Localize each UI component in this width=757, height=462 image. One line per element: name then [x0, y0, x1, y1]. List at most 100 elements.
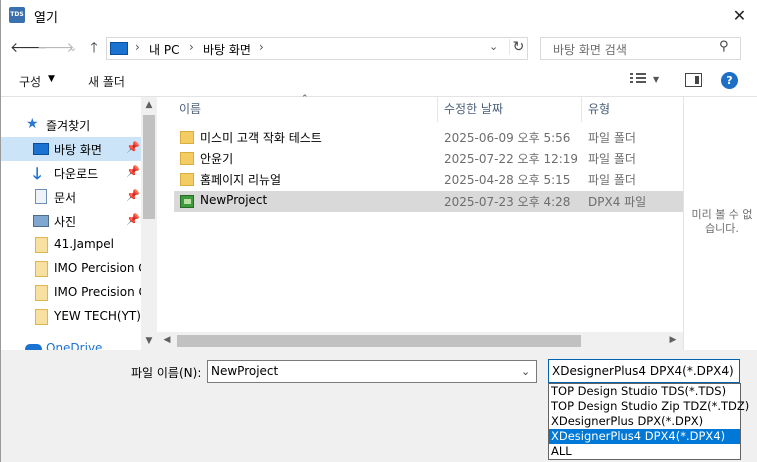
sidebar-item-label: 즐겨찾기	[46, 119, 91, 133]
file-list: ⌃ 이름 수정한 날짜 유형 미스미 고객 작화 테스트 2025-06-09 …	[157, 94, 683, 350]
file-date: 2025-06-09 오후 5:56	[444, 131, 571, 145]
preview-message: 미리 볼 수 없습니다.	[691, 208, 753, 235]
sidebar-item-quick-access[interactable]: ★ 즐겨찾기	[0, 113, 141, 137]
sidebar-item-pictures[interactable]: 사진 📌	[0, 209, 141, 233]
app-icon: TDS	[9, 7, 25, 23]
scroll-left-icon[interactable]: ◀	[159, 335, 175, 345]
filetype-option[interactable]: XDesignerPlus DPX(*.DPX)	[549, 414, 740, 429]
organize-button[interactable]: 구성	[19, 73, 41, 90]
table-row[interactable]: NewProject 2025-07-23 오후 4:28 DPX4 파일	[174, 191, 683, 212]
file-date: 2025-07-22 오후 12:19	[444, 152, 579, 166]
sidebar-item-label: 사진	[54, 215, 77, 229]
breadcrumb-separator-icon: ›	[135, 40, 140, 54]
pin-icon[interactable]: 📌	[126, 165, 140, 178]
folder-icon	[35, 237, 48, 253]
search-icon[interactable]: ⚲	[719, 39, 729, 54]
new-folder-button[interactable]: 새 폴더	[88, 73, 125, 90]
preview-pane-icon[interactable]	[685, 73, 702, 87]
scroll-up-icon[interactable]: ▲	[141, 100, 157, 110]
filetype-dropdown-list: TOP Design Studio TDS(*.TDS) TOP Design …	[548, 383, 749, 460]
table-row[interactable]: 안윤기 2025-07-22 오후 12:19 파일 폴더	[174, 148, 683, 169]
sidebar-item-label: IMO Precision C	[54, 285, 147, 299]
file-type: DPX4 파일	[588, 195, 647, 209]
search-box[interactable]: 바탕 화면 검색 ⚲	[540, 37, 741, 60]
breadcrumb-separator-icon: ›	[189, 40, 194, 54]
filetype-option[interactable]: ALL	[549, 444, 740, 459]
forward-arrow-icon[interactable]: 🡒	[37, 37, 75, 59]
pin-icon[interactable]: 📌	[126, 213, 140, 226]
file-list-horizontal-scrollbar[interactable]: ◀ ▶	[157, 332, 683, 350]
table-row[interactable]: 홈페이지 리뉴얼 2025-04-28 오후 5:15 파일 폴더	[174, 169, 683, 190]
pin-icon[interactable]: 📌	[126, 189, 140, 202]
filetype-selected-value: XDesignerPlus4 DPX4(*.DPX4)	[552, 364, 734, 378]
file-name: 안윤기	[200, 152, 234, 166]
column-header-type[interactable]: 유형	[588, 97, 610, 122]
file-date: 2025-04-28 오후 5:15	[444, 173, 571, 187]
address-dropdown-icon[interactable]: ⌄	[489, 40, 498, 53]
navigation-pane: ★ 즐겨찾기 바탕 화면 📌 🡓 다운로드 📌 문서 📌 사진 📌 41.Jam…	[0, 97, 157, 350]
navigation-bar: 🡐 🡒 ⌄ 🡑 › 내 PC › 바탕 화면 › ⌄ ↻ 바탕 화면 검색 ⚲	[0, 33, 757, 63]
sidebar-item-label: 바탕 화면	[54, 143, 102, 157]
filetype-option[interactable]: TOP Design Studio TDS(*.TDS)	[549, 384, 740, 399]
sidebar-item-label: OneDrive	[46, 341, 103, 350]
pin-icon[interactable]: 📌	[126, 141, 140, 154]
column-header-date[interactable]: 수정한 날짜	[444, 97, 503, 122]
command-toolbar: 구성 ▼ 새 폴더 ▼ ?	[0, 65, 757, 97]
filename-value: NewProject	[211, 364, 279, 378]
breadcrumb-this-pc[interactable]: 내 PC	[149, 41, 179, 58]
view-options-icon[interactable]	[630, 73, 648, 87]
pictures-icon	[33, 215, 49, 227]
breadcrumb-desktop[interactable]: 바탕 화면	[203, 41, 251, 58]
scrollbar-thumb[interactable]	[143, 115, 155, 219]
table-row[interactable]: 미스미 고객 작화 테스트 2025-06-09 오후 5:56 파일 폴더	[174, 127, 683, 148]
sidebar-item-label: 다운로드	[54, 167, 99, 181]
sidebar-item-folder[interactable]: IMO Precision C	[0, 281, 147, 305]
refresh-icon[interactable]: ↻	[509, 39, 527, 55]
filename-input[interactable]: NewProject ⌄	[207, 360, 537, 383]
preview-pane: 미리 볼 수 없습니다.	[683, 97, 757, 350]
close-button[interactable]: ✕	[722, 0, 757, 31]
scrollbar-thumb[interactable]	[177, 335, 581, 347]
title-bar: TDS 열기 ✕	[0, 0, 757, 31]
scroll-right-icon[interactable]: ▶	[665, 335, 681, 345]
sidebar-item-label: IMO Percision C	[54, 261, 147, 275]
recent-locations-chevron-icon[interactable]: ⌄	[62, 37, 84, 59]
file-name: 홈페이지 리뉴얼	[200, 173, 282, 187]
up-arrow-icon[interactable]: 🡑	[83, 37, 105, 59]
chevron-down-icon[interactable]: ⌄	[722, 360, 731, 382]
folder-icon	[180, 131, 194, 144]
sidebar-item-folder[interactable]: IMO Percision C	[0, 257, 147, 281]
window-title: 열기	[34, 11, 58, 26]
dpx-file-icon	[180, 195, 194, 208]
sidebar-item-label: 41.Jampel	[54, 237, 114, 251]
address-bar[interactable]: › 내 PC › 바탕 화면 › ⌄ ↻	[106, 37, 528, 60]
back-arrow-icon[interactable]: 🡐	[10, 37, 48, 59]
filetype-select[interactable]: XDesignerPlus4 DPX4(*.DPX4) ⌄	[548, 359, 740, 383]
column-header-name[interactable]: 이름	[179, 97, 201, 122]
file-date: 2025-07-23 오후 4:28	[444, 195, 571, 209]
sidebar-item-documents[interactable]: 문서 📌	[0, 185, 141, 209]
filetype-option-highlighted[interactable]: XDesignerPlus4 DPX4(*.DPX4)	[549, 429, 740, 444]
pc-icon	[110, 42, 128, 55]
sidebar-scrollbar[interactable]: ▲ ▼	[141, 97, 157, 350]
breadcrumb-separator-icon: ›	[259, 40, 264, 54]
sidebar-item-onedrive[interactable]: OneDrive	[0, 337, 141, 350]
file-name: NewProject	[200, 193, 268, 207]
sort-ascending-icon: ⌃	[301, 94, 309, 104]
folder-icon	[35, 285, 48, 301]
sidebar-item-desktop[interactable]: 바탕 화면 📌	[0, 137, 141, 161]
file-type: 파일 폴더	[588, 152, 636, 166]
help-icon[interactable]: ?	[721, 72, 738, 89]
filetype-option[interactable]: TOP Design Studio Zip TDZ(*.TDZ)	[549, 399, 749, 414]
sidebar-item-folder[interactable]: YEW TECH(YT)	[0, 305, 141, 329]
scroll-down-icon[interactable]: ▼	[141, 336, 157, 346]
view-dropdown-icon[interactable]: ▼	[653, 75, 659, 84]
sidebar-item-label: 문서	[54, 191, 77, 205]
sidebar-item-downloads[interactable]: 🡓 다운로드 📌	[0, 161, 141, 185]
column-separator[interactable]	[581, 97, 582, 122]
chevron-down-icon[interactable]: ⌄	[521, 361, 530, 382]
column-separator[interactable]	[437, 97, 438, 122]
search-input[interactable]: 바탕 화면 검색	[553, 41, 627, 58]
folder-icon	[180, 152, 194, 165]
sidebar-item-folder[interactable]: 41.Jampel	[0, 233, 141, 257]
